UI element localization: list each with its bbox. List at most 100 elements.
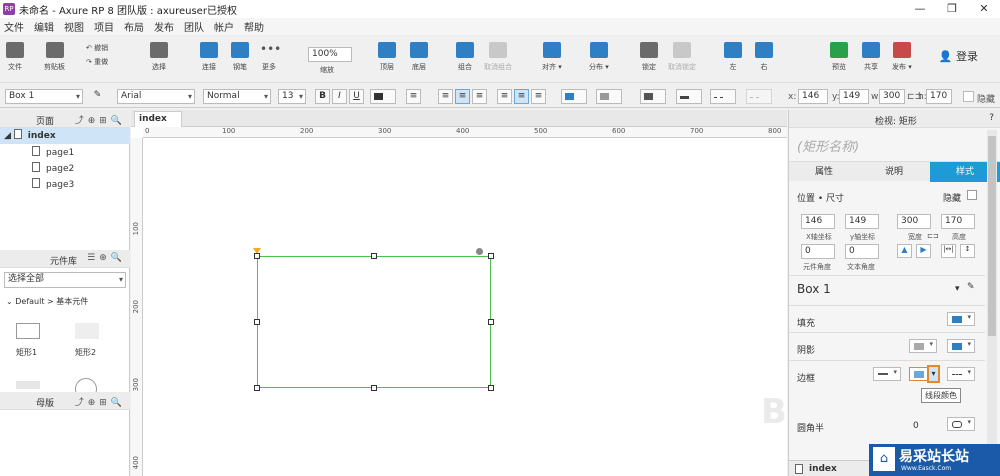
fill-color-button[interactable]: [561, 89, 587, 104]
resize-handle[interactable]: [254, 253, 260, 259]
distribute-button[interactable]: 分布 ▾: [589, 39, 609, 72]
resize-handle[interactable]: [488, 319, 494, 325]
border-width-select[interactable]: ▾: [873, 367, 901, 381]
help-icon[interactable]: ?: [989, 113, 994, 123]
pen-button[interactable]: 钢笔: [231, 39, 249, 72]
align-button[interactable]: 对齐 ▾: [542, 39, 562, 72]
inspector-height-input[interactable]: 170: [941, 214, 975, 229]
share-button[interactable]: 共享: [862, 39, 880, 72]
inner-shadow-swatch[interactable]: ▾: [947, 339, 975, 353]
widget-name-select[interactable]: Box 1: [5, 89, 83, 104]
tab-notes[interactable]: 说明: [859, 162, 929, 182]
pages-toolbar-icons[interactable]: ⤴⊕⊞🔍: [75, 113, 126, 126]
style-painter-icon[interactable]: ✎: [967, 282, 975, 292]
library-group[interactable]: ⌄ Default > 基本元件: [6, 296, 88, 307]
border-pattern-select[interactable]: ▾: [947, 367, 975, 381]
menu-view[interactable]: 视图: [64, 19, 84, 34]
resize-handle[interactable]: [254, 319, 260, 325]
image-widget[interactable]: [16, 381, 40, 389]
undo-button[interactable]: ↶ 撤销: [86, 43, 108, 53]
font-select[interactable]: Arial: [117, 89, 195, 104]
preview-button[interactable]: 预览: [830, 39, 848, 72]
top-layer-button[interactable]: 顶层: [378, 39, 396, 72]
align-right-icon[interactable]: ≡: [472, 89, 487, 104]
publish-button[interactable]: 发布 ▾: [892, 39, 912, 72]
menu-project[interactable]: 项目: [94, 19, 114, 34]
selected-rectangle[interactable]: [257, 256, 491, 388]
resize-handle[interactable]: [371, 253, 377, 259]
page-item-page2[interactable]: page2: [0, 161, 130, 177]
rectangle2-widget[interactable]: [75, 323, 99, 339]
flip-horizontal-icon[interactable]: ▶: [916, 244, 931, 258]
select-button[interactable]: 选择: [144, 39, 174, 72]
tab-properties[interactable]: 属性: [789, 162, 859, 182]
line-color-button[interactable]: [640, 89, 666, 104]
more-button[interactable]: ••• 更多: [260, 39, 281, 72]
scrollbar-thumb[interactable]: [988, 136, 996, 336]
resize-handle[interactable]: [371, 385, 377, 391]
bullet-list-icon[interactable]: ≡: [406, 89, 421, 104]
flip-vertical-icon[interactable]: ▲: [897, 244, 912, 258]
resize-handle[interactable]: [488, 385, 494, 391]
page-item-index[interactable]: ◢ index: [0, 128, 130, 144]
minimize-icon[interactable]: —: [904, 0, 936, 18]
font-color-button[interactable]: [370, 89, 396, 104]
resize-handle[interactable]: [254, 385, 260, 391]
ungroup-button[interactable]: 取消组合: [484, 39, 512, 72]
outer-shadow-swatch[interactable]: ▾: [909, 339, 937, 353]
line-color-arrow-icon[interactable]: ▾: [927, 365, 940, 383]
menu-team[interactable]: 团队: [184, 19, 204, 34]
valign-middle-icon[interactable]: ≡: [514, 89, 529, 104]
menu-edit[interactable]: 编辑: [34, 19, 54, 34]
page-item-page1[interactable]: page1: [0, 145, 130, 161]
unlock-button[interactable]: 取消锁定: [668, 39, 696, 72]
line-pattern-button[interactable]: [710, 89, 736, 104]
menu-publish[interactable]: 发布: [154, 19, 174, 34]
resize-handle[interactable]: [488, 253, 494, 259]
shadow-button[interactable]: [596, 89, 622, 104]
font-size-select[interactable]: 13: [278, 89, 306, 104]
library-filter-select[interactable]: 选择全部: [4, 272, 126, 288]
widget-name-input[interactable]: (矩形名称): [797, 136, 859, 155]
y-coordinate-input[interactable]: 149: [845, 214, 879, 229]
align-left-icon[interactable]: ≡: [438, 89, 453, 104]
fit-height-icon[interactable]: ↕: [960, 244, 975, 258]
page-item-page3[interactable]: page3: [0, 177, 130, 193]
format-painter-icon[interactable]: ✎: [90, 89, 105, 104]
y-input[interactable]: 149: [839, 89, 869, 104]
rotate-handle[interactable]: [476, 248, 483, 255]
radius-value[interactable]: 0: [913, 421, 919, 431]
align-center-icon[interactable]: ≡: [455, 89, 470, 104]
arrow-style-button[interactable]: [746, 89, 772, 104]
left-panel-button[interactable]: 左: [724, 39, 742, 72]
masters-toolbar-icons[interactable]: ⤴⊕⊞🔍: [75, 395, 126, 408]
canvas-area[interactable]: index ✕ 0 100 200 300 400 500 600 700 80…: [131, 110, 810, 476]
x-input[interactable]: 146: [798, 89, 828, 104]
inspector-scrollbar[interactable]: [987, 130, 997, 474]
menu-account[interactable]: 帐户: [214, 19, 234, 34]
lock-button[interactable]: 锁定: [640, 39, 658, 72]
valign-top-icon[interactable]: ≡: [497, 89, 512, 104]
menu-help[interactable]: 帮助: [244, 19, 264, 34]
group-button[interactable]: 组合: [456, 39, 474, 72]
inspector-hide-checkbox[interactable]: [967, 190, 977, 200]
login-button[interactable]: 👤 登录: [939, 48, 978, 64]
fit-width-icon[interactable]: |↔|: [941, 244, 956, 258]
fill-color-swatch[interactable]: ▾: [947, 312, 975, 326]
restore-icon[interactable]: ❐: [936, 0, 968, 18]
valign-bottom-icon[interactable]: ≡: [531, 89, 546, 104]
line-width-button[interactable]: [676, 89, 702, 104]
connect-button[interactable]: 连接: [200, 39, 218, 72]
font-style-select[interactable]: Normal: [203, 89, 271, 104]
corner-style-select[interactable]: ▾: [947, 417, 975, 431]
bold-button[interactable]: B: [315, 89, 330, 104]
bottom-layer-button[interactable]: 底层: [410, 39, 428, 72]
underline-button[interactable]: U: [349, 89, 364, 104]
height-input[interactable]: 170: [926, 89, 952, 104]
hide-checkbox[interactable]: [963, 91, 974, 102]
zoom-select[interactable]: 100%: [308, 47, 352, 62]
menu-layout[interactable]: 布局: [124, 19, 144, 34]
redo-button[interactable]: ↷ 重做: [86, 57, 108, 67]
file-button[interactable]: 文件: [6, 39, 24, 72]
rectangle1-widget[interactable]: [16, 323, 40, 339]
